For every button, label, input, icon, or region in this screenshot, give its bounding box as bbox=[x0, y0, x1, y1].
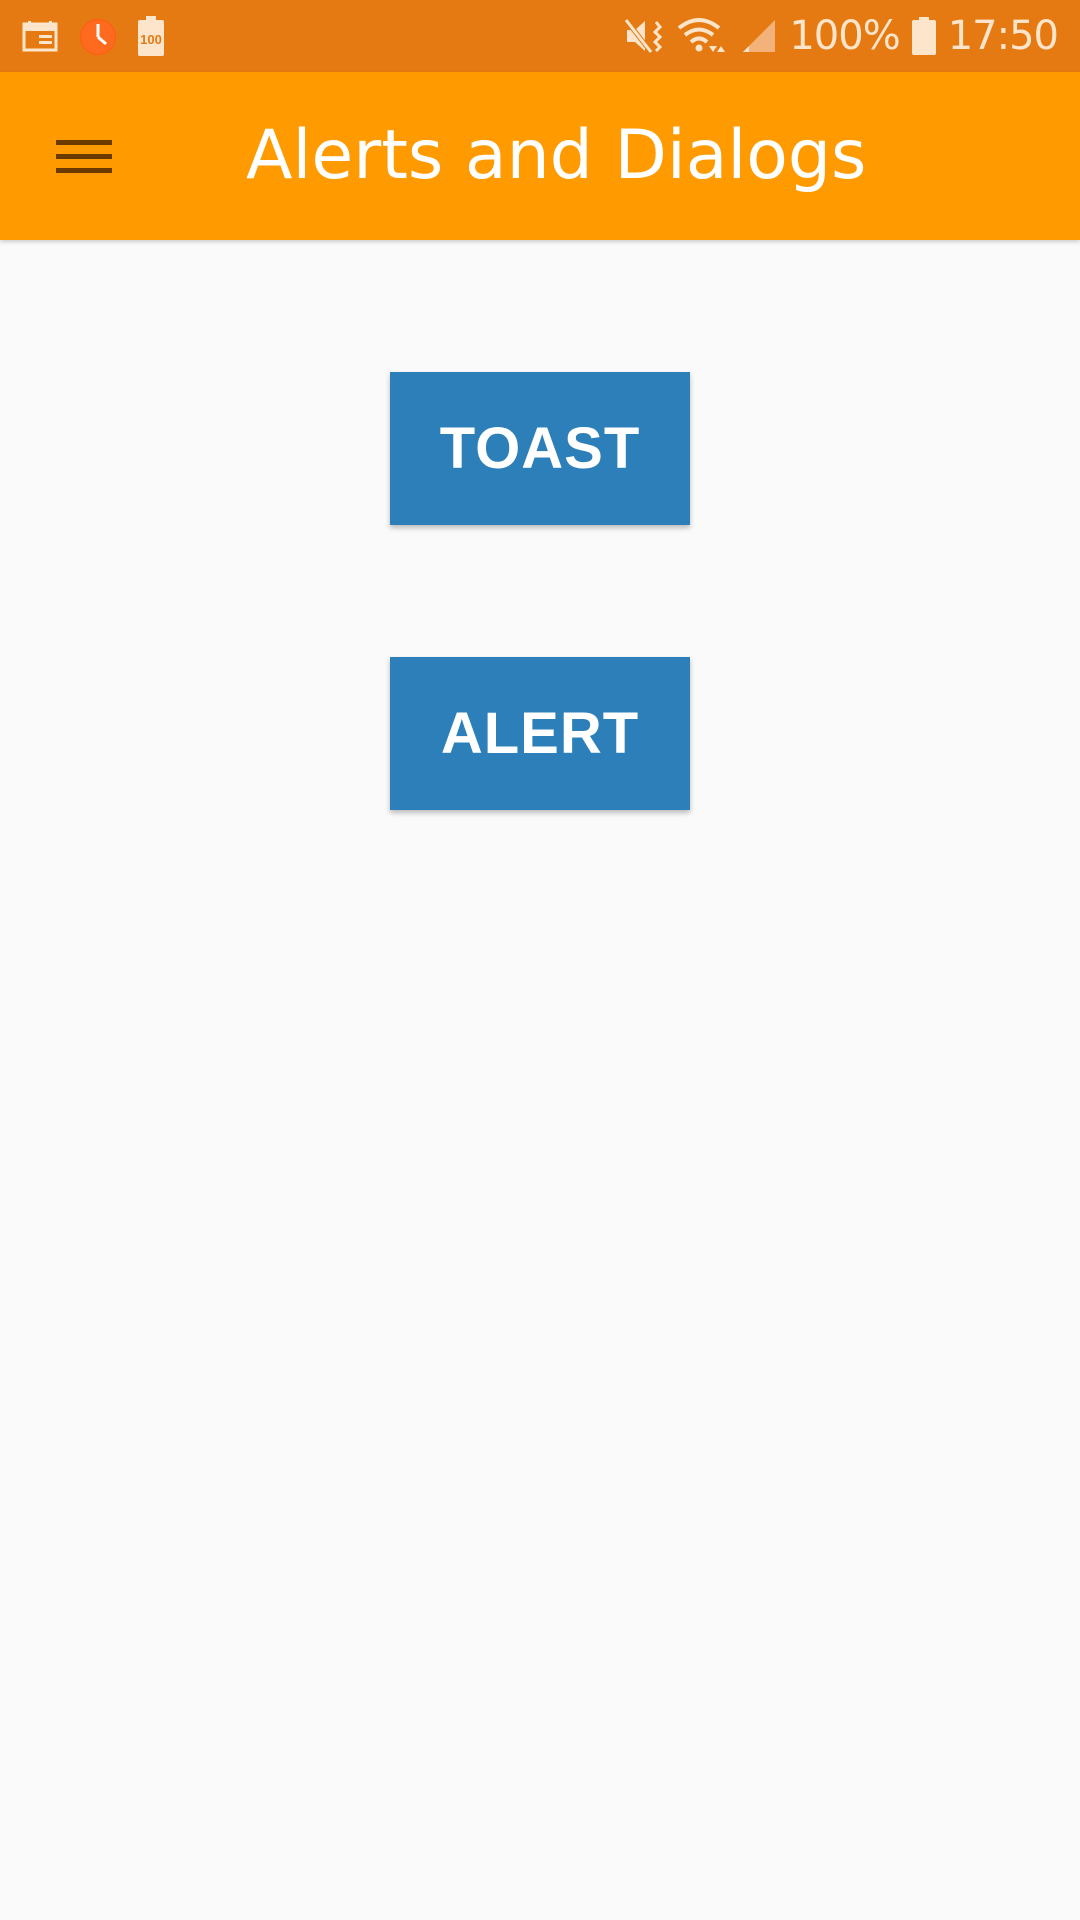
notification-icons: 100 bbox=[22, 16, 164, 56]
clock-time: 17:50 bbox=[947, 13, 1059, 59]
calendar-icon bbox=[22, 20, 58, 52]
hamburger-menu-icon bbox=[56, 131, 112, 182]
mute-vibrate-icon bbox=[623, 16, 665, 56]
alert-button[interactable]: ALERT bbox=[390, 657, 690, 810]
app-bar: Alerts and Dialogs bbox=[0, 72, 1080, 240]
navigation-drawer-button[interactable] bbox=[40, 112, 128, 200]
toast-button[interactable]: TOAST bbox=[390, 372, 690, 525]
status-bar: 100 100% 17:50 bbox=[0, 0, 1080, 72]
battery-badge-text: 100 bbox=[140, 32, 162, 47]
battery-icon bbox=[911, 17, 936, 55]
battery-percent: 100% bbox=[789, 13, 900, 59]
battery-100-notification-icon: 100 bbox=[138, 16, 164, 56]
wifi-icon bbox=[677, 16, 727, 56]
main-content: TOAST ALERT bbox=[0, 240, 1080, 1920]
system-icons: 100% 17:50 bbox=[623, 13, 1059, 59]
signal-icon bbox=[739, 16, 777, 56]
page-title: Alerts and Dialogs bbox=[246, 116, 867, 195]
clock-icon bbox=[78, 16, 118, 56]
